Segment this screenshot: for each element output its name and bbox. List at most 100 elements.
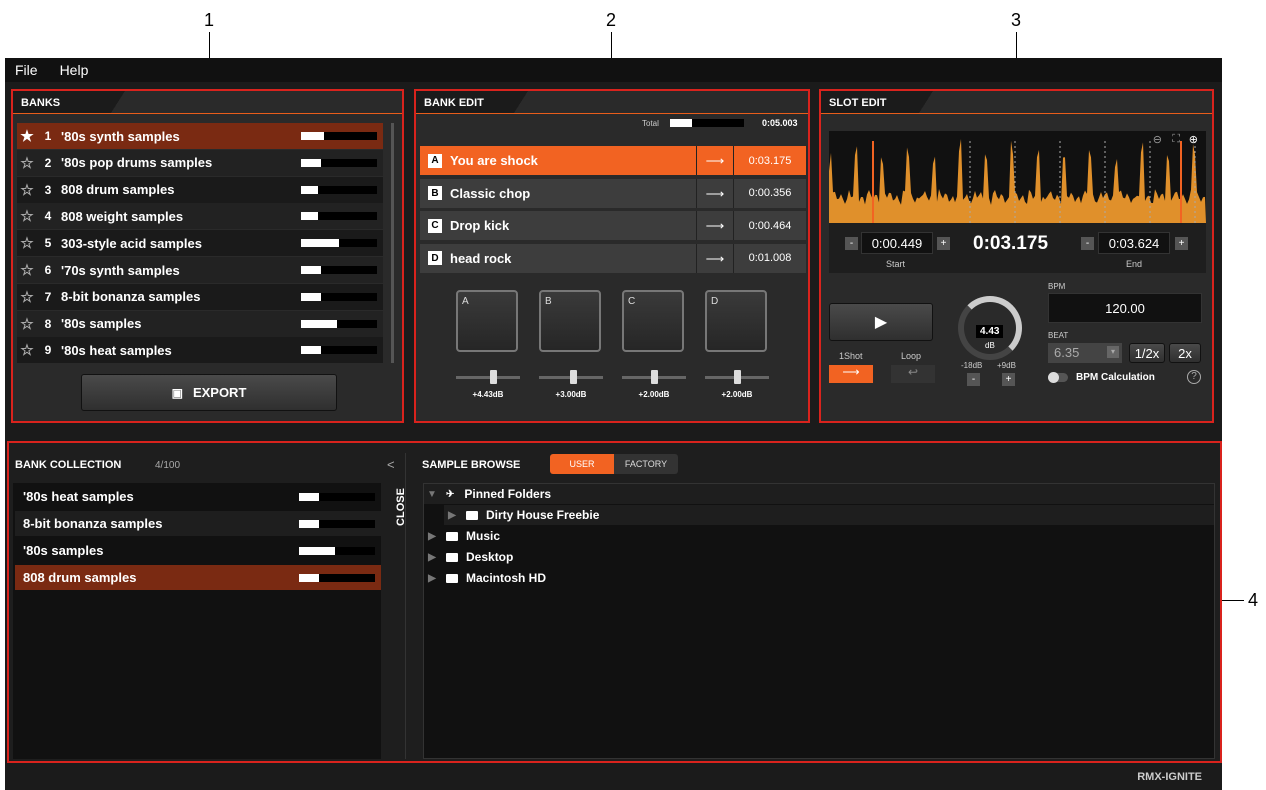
star-icon[interactable]: ☆ — [17, 207, 37, 225]
bpm-calc-toggle[interactable] — [1048, 372, 1068, 383]
volume-fader[interactable]: +3.00dB — [539, 368, 603, 399]
menu-help[interactable]: Help — [60, 62, 89, 78]
triangle-right-icon[interactable]: ▶ — [424, 573, 440, 584]
slot-row[interactable]: C Drop kick ⟶ 0:00.464 — [420, 211, 806, 240]
help-icon[interactable]: ? — [1187, 370, 1201, 384]
triangle-right-icon[interactable]: ▶ — [444, 510, 460, 521]
collapse-icon[interactable]: < — [387, 457, 395, 472]
export-button[interactable]: ▣ EXPORT — [81, 374, 337, 411]
bank-row[interactable]: ☆ 7 8-bit bonanza samples — [17, 283, 383, 310]
bank-row[interactable]: ☆ 5 303-style acid samples — [17, 230, 383, 257]
banks-scrollbar[interactable] — [391, 123, 394, 363]
collection-row[interactable]: '80s heat samples — [15, 484, 381, 509]
collection-row[interactable]: '80s samples — [15, 538, 381, 563]
slot-time: 0:03.175 — [748, 154, 792, 167]
star-icon[interactable]: ☆ — [17, 234, 37, 252]
arrow-right-icon[interactable]: ⟶ — [696, 146, 734, 175]
user-tab[interactable]: USER — [550, 454, 614, 474]
tab-underline — [416, 113, 808, 114]
total-bar — [670, 119, 744, 127]
star-icon[interactable]: ☆ — [17, 261, 37, 279]
tree-item[interactable]: ▶ Music — [424, 526, 500, 546]
bank-row[interactable]: ☆ 9 '80s heat samples — [17, 337, 383, 364]
fader-knob[interactable] — [490, 370, 498, 384]
star-filled-icon[interactable]: ★ — [17, 127, 37, 145]
bank-row[interactable]: ☆ 4 808 weight samples — [17, 203, 383, 230]
star-icon[interactable]: ☆ — [17, 181, 37, 199]
bank-index: 7 — [44, 289, 52, 304]
triangle-down-icon[interactable]: ▼ — [424, 489, 440, 500]
pad-a[interactable]: A — [456, 290, 518, 352]
end-minus-button[interactable]: - — [1081, 237, 1094, 250]
slot-row[interactable]: A You are shock ⟶ 0:03.175 — [420, 146, 806, 175]
pad-c[interactable]: C — [622, 290, 684, 352]
oneshot-button[interactable]: ⟶ — [829, 365, 873, 383]
folder-icon — [446, 531, 458, 541]
loop-button[interactable]: ↩ — [891, 365, 935, 383]
folder-icon — [446, 552, 458, 562]
pad-d[interactable]: D — [705, 290, 767, 352]
factory-tab[interactable]: FACTORY — [614, 454, 678, 474]
bank-row[interactable]: ☆ 3 808 drum samples — [17, 176, 383, 203]
slot-edit-tab: SLOT EDIT — [821, 91, 933, 113]
current-time: 0:03.175 — [973, 233, 1049, 254]
export-icon: ▣ — [171, 385, 183, 400]
double-bpm-button[interactable]: 2x — [1169, 343, 1201, 363]
star-icon[interactable]: ☆ — [17, 154, 37, 172]
slot-name: Drop kick — [450, 218, 510, 233]
zoom-fit-icon[interactable]: ⛶ — [1172, 133, 1180, 146]
volume-fader[interactable]: +4.43dB — [456, 368, 520, 399]
fader-knob[interactable] — [733, 370, 741, 384]
tree-item[interactable]: ▶ Dirty House Freebie — [444, 505, 1214, 525]
slot-row[interactable]: Dhead rock ⟶ 0:01.008 — [420, 243, 806, 273]
triangle-right-icon[interactable]: ▶ — [424, 552, 440, 563]
star-icon[interactable]: ☆ — [17, 315, 37, 333]
waveform[interactable]: ⊖ ⛶ ⊕ — [829, 131, 1206, 223]
zoom-in-icon[interactable]: ⊕ — [1189, 133, 1198, 146]
pad-b[interactable]: B — [539, 290, 601, 352]
tree-item[interactable]: ▶ Macintosh HD — [424, 568, 546, 588]
collection-row[interactable]: 8-bit bonanza samples — [15, 511, 381, 536]
half-bpm-button[interactable]: 1/2x — [1129, 343, 1165, 363]
beat-select[interactable]: 6.35 ▾ — [1048, 343, 1122, 363]
tab-underline — [13, 113, 402, 114]
fader-knob[interactable] — [650, 370, 658, 384]
star-icon[interactable]: ☆ — [17, 288, 37, 306]
volume-fader[interactable]: +2.00dB — [705, 368, 769, 399]
slot-row[interactable]: B Classic chop ⟶ 0:00.356 — [420, 178, 806, 208]
slot-name: Classic chop — [450, 185, 531, 201]
gain-plus-button[interactable]: + — [1002, 373, 1015, 386]
collection-fill-bar — [299, 573, 375, 582]
bank-fill-bar — [301, 239, 377, 248]
bank-row[interactable]: ☆ 6 '70s synth samples — [17, 257, 383, 283]
bank-row[interactable]: ★ 1 '80s synth samples — [17, 123, 383, 149]
arrow-right-icon[interactable]: ⟶ — [696, 178, 734, 208]
star-icon[interactable]: ☆ — [17, 341, 37, 359]
triangle-right-icon[interactable]: ▶ — [424, 531, 440, 542]
tree-item[interactable]: ▶ Desktop — [424, 547, 513, 567]
fader-knob[interactable] — [570, 370, 578, 384]
zoom-out-icon[interactable]: ⊖ — [1153, 133, 1162, 146]
bank-index: 5 — [44, 236, 52, 251]
gain-minus-button[interactable]: - — [967, 373, 980, 386]
bank-row[interactable]: ☆ 2 '80s pop drums samples — [17, 149, 383, 176]
bank-edit-tab: BANK EDIT — [416, 91, 528, 113]
start-plus-button[interactable]: + — [937, 237, 950, 250]
callout-line-4 — [1222, 600, 1244, 601]
tree-label: Music — [466, 529, 501, 543]
tree-item[interactable]: ▼ ✈ Pinned Folders — [424, 484, 1214, 504]
end-plus-button[interactable]: + — [1175, 237, 1188, 250]
collection-row[interactable]: 808 drum samples — [15, 565, 381, 590]
bpm-value[interactable]: 120.00 — [1048, 293, 1202, 323]
beat-value: 6.35 — [1054, 345, 1080, 360]
end-time[interactable]: 0:03.624 — [1098, 232, 1170, 254]
play-button[interactable]: ▶ — [829, 303, 933, 341]
arrow-right-icon[interactable]: ⟶ — [696, 211, 734, 240]
start-time[interactable]: 0:00.449 — [861, 232, 933, 254]
volume-fader[interactable]: +2.00dB — [622, 368, 686, 399]
arrow-right-icon[interactable]: ⟶ — [696, 243, 734, 273]
start-minus-button[interactable]: - — [845, 237, 858, 250]
menu-file[interactable]: File — [15, 62, 38, 78]
bank-row[interactable]: ☆ 8 '80s samples — [17, 310, 383, 337]
gain-min-label: -18dB — [961, 361, 983, 370]
